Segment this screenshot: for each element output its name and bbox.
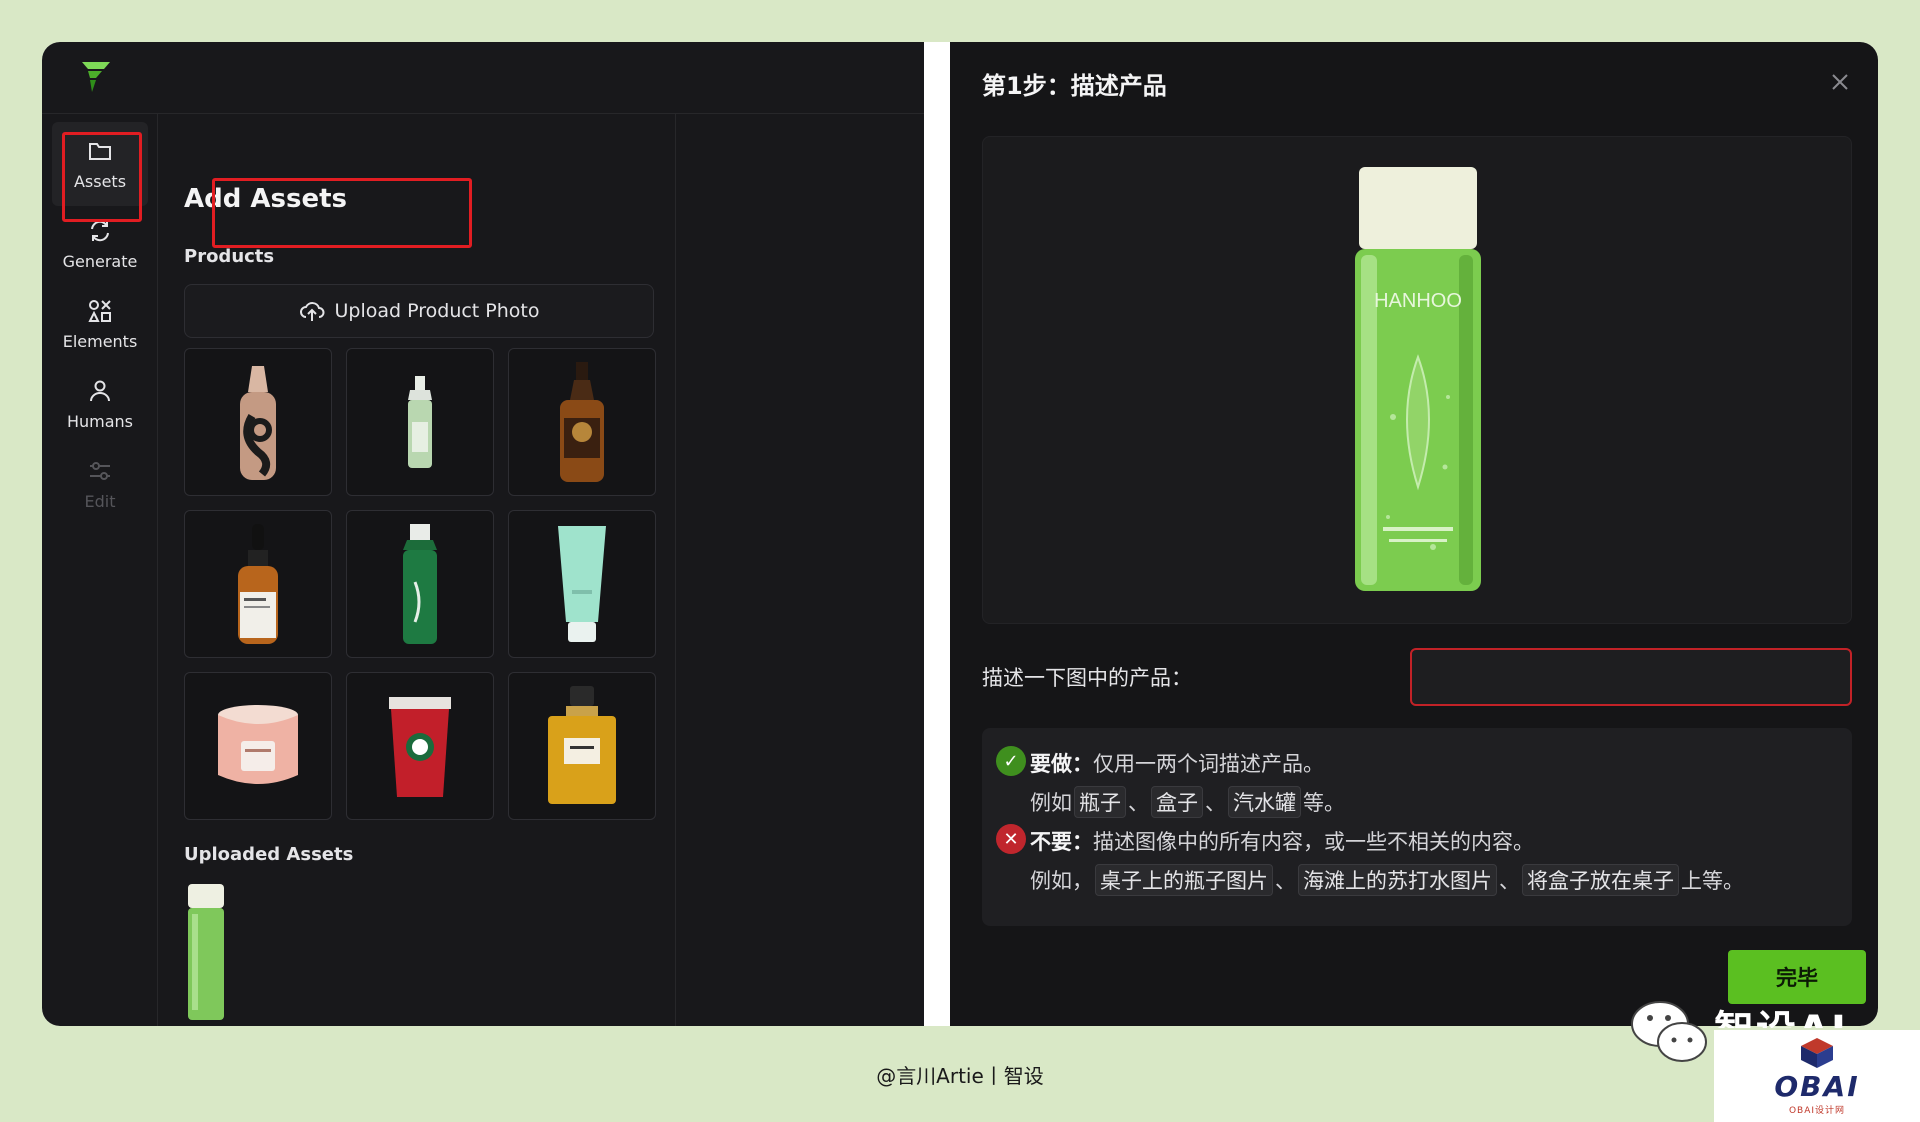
screenshot-frame: Assets Generate Elements Humans Edit Add…	[42, 42, 1878, 1026]
whiskey-bottle-icon	[560, 362, 604, 482]
cross-icon: ✕	[996, 824, 1026, 854]
nav-humans-label: Humans	[66, 411, 134, 431]
do-examples-line: 例如 瓶子、盒子、汽水罐 等。	[1030, 786, 1345, 818]
do-suffix: 等。	[1303, 791, 1345, 815]
dont-example-prefix: 例如，	[1030, 869, 1093, 893]
nav-generate-label: Generate	[62, 251, 138, 271]
upload-product-label: Upload Product Photo	[334, 300, 540, 322]
check-icon: ✓	[996, 746, 1026, 776]
shapes-icon	[88, 299, 111, 322]
example-chip: 汽水罐	[1228, 786, 1301, 818]
separator: 、	[1275, 869, 1296, 893]
dialog-title: 第1步：描述产品	[982, 72, 1167, 100]
app-window: Assets Generate Elements Humans Edit Add…	[42, 42, 924, 1026]
separator: 、	[1499, 869, 1520, 893]
dont-suffix: 上等。	[1681, 869, 1744, 893]
spray-bottle-icon	[408, 376, 432, 468]
dropper-bottle-icon	[238, 524, 278, 644]
done-button[interactable]: 完毕	[1728, 950, 1866, 1004]
separator: 、	[1128, 791, 1149, 815]
highlight-box-upload	[212, 178, 472, 248]
coffee-cup-icon	[389, 697, 451, 797]
describe-product-dialog: 第1步：描述产品 HANHOO 描述一下图中的产品： ✓ 要做：仅用一两个词描述…	[950, 42, 1878, 1026]
watermark-text: 智设AI	[1714, 998, 1848, 1028]
nav-humans[interactable]: Humans	[52, 362, 148, 446]
product-tile[interactable]	[346, 348, 494, 496]
cream-tube-icon	[558, 526, 606, 642]
dont-text: 描述图像中的所有内容，或一些不相关的内容。	[1093, 830, 1534, 854]
sliders-icon	[90, 461, 110, 480]
uploaded-asset-thumbnail[interactable]	[184, 884, 228, 1024]
person-icon	[90, 380, 110, 401]
product-photo: HANHOO	[1355, 167, 1481, 591]
wechat-icon	[1631, 1001, 1707, 1062]
do-line: 要做：仅用一两个词描述产品。	[1030, 748, 1324, 778]
badge-subtext: OBAI设计网	[1788, 1106, 1846, 1116]
close-icon[interactable]	[1830, 72, 1850, 92]
example-chip: 将盒子放在桌子	[1522, 864, 1679, 896]
highlight-box-assets	[62, 132, 142, 222]
nav-elements[interactable]: Elements	[52, 282, 148, 366]
product-brand-text: HANHOO	[1374, 290, 1462, 312]
product-tile[interactable]	[184, 510, 332, 658]
product-tile[interactable]	[346, 672, 494, 820]
perfume-bottle-icon	[548, 686, 616, 804]
cloud-upload-icon	[299, 302, 324, 321]
describe-label: 描述一下图中的产品：	[982, 666, 1192, 690]
example-chip: 瓶子	[1074, 786, 1126, 818]
upload-product-button[interactable]: Upload Product Photo	[184, 284, 654, 338]
example-chip: 海滩上的苏打水图片	[1298, 864, 1497, 896]
product-preview: HANHOO	[982, 136, 1852, 624]
assets-panel: Add Assets Products Upload Product Photo	[158, 114, 676, 1026]
do-label: 要做：	[1030, 752, 1093, 776]
product-tile[interactable]	[184, 348, 332, 496]
product-tile[interactable]	[346, 510, 494, 658]
example-chip: 桌子上的瓶子图片	[1095, 864, 1273, 896]
app-logo[interactable]	[78, 56, 114, 96]
product-tile[interactable]	[508, 510, 656, 658]
dont-label: 不要：	[1030, 830, 1093, 854]
top-bar	[42, 42, 924, 114]
example-chip: 盒子	[1151, 786, 1203, 818]
foundation-bottle-icon	[240, 366, 276, 480]
tips-box: ✓ 要做：仅用一两个词描述产品。 例如 瓶子、盒子、汽水罐 等。 ✕ 不要：描述图像…	[982, 728, 1852, 926]
products-heading: Products	[184, 246, 275, 267]
nav-edit-label: Edit	[84, 491, 116, 511]
side-rail: Assets Generate Elements Humans Edit	[42, 114, 158, 1026]
separator: 、	[1205, 791, 1226, 815]
do-example-prefix: 例如	[1030, 791, 1072, 815]
do-text: 仅用一两个词描述产品。	[1093, 752, 1324, 776]
nav-elements-label: Elements	[62, 331, 138, 351]
product-tile[interactable]	[508, 672, 656, 820]
caption: @言川Artie丨智设	[876, 1064, 1044, 1088]
product-tile[interactable]	[184, 672, 332, 820]
describe-input[interactable]	[1410, 648, 1852, 706]
nav-edit: Edit	[52, 442, 148, 526]
dont-examples-line: 例如， 桌子上的瓶子图片、海滩上的苏打水图片、将盒子放在桌子 上等。	[1030, 864, 1744, 896]
green-bottle-icon	[403, 524, 437, 644]
dont-line: 不要：描述图像中的所有内容，或一些不相关的内容。	[1030, 826, 1534, 856]
uploaded-assets-heading: Uploaded Assets	[184, 844, 354, 865]
candle-icon	[218, 705, 298, 784]
product-tile[interactable]	[508, 348, 656, 496]
